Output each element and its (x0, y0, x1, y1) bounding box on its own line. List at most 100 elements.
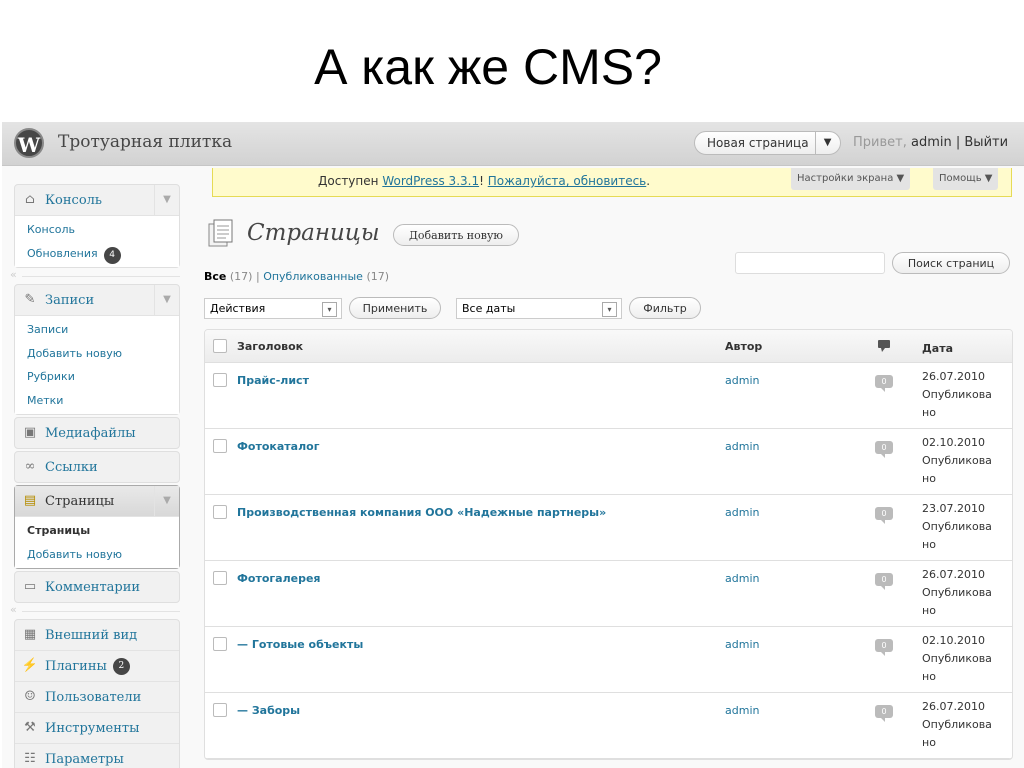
house-icon: ⌂ (25, 192, 35, 207)
menu-item-media[interactable]: ▣ Медиафайлы (15, 418, 179, 448)
row-comment-count[interactable]: 0 (875, 573, 893, 590)
row-checkbox[interactable] (213, 439, 227, 453)
submenu-console: Консоль Обновления 4 (15, 215, 179, 267)
row-date-value: 23.07.2010 (922, 502, 985, 515)
row-author[interactable]: admin (725, 638, 759, 651)
collapse-separator[interactable] (10, 603, 180, 617)
table-header: Заголовок Автор Дата (205, 330, 1012, 363)
row-comment-count[interactable]: 0 (875, 639, 893, 656)
submenu-item-tags[interactable]: Метки (27, 389, 179, 413)
row-title[interactable]: Фотокаталог (237, 440, 319, 453)
menu-label: Плагины (45, 658, 107, 674)
menu-appearance: ▦ Внешний вид ⚡ Плагины 2 ☺ Пользователи… (14, 619, 180, 768)
chevron-down-icon[interactable]: ▼ (154, 185, 179, 215)
submenu-item-categories[interactable]: Рубрики (27, 365, 179, 389)
filter-all[interactable]: Все (204, 270, 226, 283)
wordpress-admin-screenshot: W Тротуарная плитка Новая страница ▼ При… (2, 122, 1024, 768)
submenu-item-updates[interactable]: Обновления 4 (27, 242, 179, 266)
speech-bubble-icon: ▭ (23, 579, 37, 594)
row-comment-count[interactable]: 0 (875, 705, 893, 722)
add-new-page-button[interactable]: Добавить новую (393, 224, 519, 246)
new-page-button[interactable]: Новая страница ▼ (694, 131, 841, 155)
menu-item-appearance[interactable]: ▦ Внешний вид (15, 620, 179, 650)
update-link[interactable]: Пожалуйста, обновитесь (488, 174, 647, 188)
bulk-actions-select[interactable]: Действия ▾ (204, 298, 342, 319)
status-filters: Все (17) | Опубликованные (17) (204, 270, 389, 283)
window-icon: ▦ (23, 627, 37, 642)
row-checkbox[interactable] (213, 703, 227, 717)
filter-button[interactable]: Фильтр (629, 297, 701, 319)
chevron-down-icon[interactable]: ▼ (154, 486, 179, 516)
row-author[interactable]: admin (725, 572, 759, 585)
submenu-item-console[interactable]: Консоль (27, 218, 179, 242)
row-status: Опубликова но (922, 520, 992, 551)
wordpress-version-link[interactable]: WordPress 3.3.1 (382, 174, 479, 188)
new-page-label: Новая страница (707, 136, 809, 150)
row-checkbox[interactable] (213, 637, 227, 651)
submenu-item-pages[interactable]: Страницы (27, 519, 179, 543)
search-input[interactable] (735, 252, 885, 274)
collapse-separator[interactable] (10, 268, 180, 282)
chevron-down-icon[interactable]: ▼ (814, 132, 840, 154)
menu-item-posts[interactable]: ✎ Записи ▼ (15, 285, 179, 315)
row-status: Опубликова но (922, 454, 992, 485)
row-checkbox[interactable] (213, 505, 227, 519)
row-checkbox[interactable] (213, 571, 227, 585)
row-title[interactable]: Производственная компания ООО «Надежные … (237, 506, 606, 519)
screen-options-button[interactable]: Настройки экрана ▼ (791, 168, 911, 190)
menu-item-comments[interactable]: ▭ Комментарии (15, 572, 179, 602)
row-title[interactable]: — Готовые объекты (237, 638, 363, 651)
filter-published[interactable]: Опубликованные (263, 270, 363, 283)
help-button[interactable]: Помощь ▼ (933, 168, 999, 190)
bulk-actions-value: Действия (210, 302, 266, 315)
menu-label: Параметры (45, 751, 124, 767)
menu-item-users[interactable]: ☺ Пользователи (15, 681, 179, 712)
menu-media: ▣ Медиафайлы (14, 417, 180, 449)
site-name[interactable]: Тротуарная плитка (58, 132, 232, 152)
row-comment-count[interactable]: 0 (875, 375, 893, 392)
dates-select[interactable]: Все даты ▾ (456, 298, 622, 319)
row-date-value: 02.10.2010 (922, 436, 985, 449)
menu-item-pages[interactable]: ▤ Страницы ▼ (15, 486, 179, 516)
row-comment-count[interactable]: 0 (875, 507, 893, 524)
settings-icon: ☷ (24, 751, 36, 766)
submenu-item-add-page[interactable]: Добавить новую (27, 543, 179, 567)
submenu-item-add-post[interactable]: Добавить новую (27, 342, 179, 366)
column-title[interactable]: Заголовок (237, 340, 303, 353)
filter-separator: | (255, 270, 260, 283)
row-author[interactable]: admin (725, 374, 759, 387)
wordpress-logo-icon[interactable]: W (14, 128, 44, 158)
column-date[interactable]: Дата (922, 340, 1008, 358)
menu-item-settings[interactable]: ☷ Параметры (15, 743, 179, 768)
menu-item-links[interactable]: ∞ Ссылки (15, 452, 179, 482)
row-author[interactable]: admin (725, 704, 759, 717)
menu-label: Инструменты (45, 720, 140, 736)
row-title[interactable]: — Заборы (237, 704, 300, 717)
menu-item-console[interactable]: ⌂ Консоль ▼ (15, 185, 179, 215)
menu-pages: ▤ Страницы ▼ Страницы Добавить новую (14, 485, 180, 569)
dates-value: Все даты (462, 302, 516, 315)
column-author: Автор (725, 340, 763, 353)
logout-link[interactable]: Выйти (964, 135, 1008, 150)
chevron-down-icon: ▾ (602, 302, 617, 317)
menu-item-tools[interactable]: ⚒ Инструменты (15, 712, 179, 743)
menu-label: Ссылки (45, 459, 98, 475)
menu-item-plugins[interactable]: ⚡ Плагины 2 (15, 650, 179, 681)
row-date: 02.10.2010 Опубликова но (922, 632, 1008, 686)
row-title[interactable]: Прайс-лист (237, 374, 309, 387)
pin-icon: ✎ (24, 292, 36, 307)
row-checkbox[interactable] (213, 373, 227, 387)
select-all-checkbox[interactable] (213, 339, 227, 353)
submenu-item-posts[interactable]: Записи (27, 318, 179, 342)
row-author[interactable]: admin (725, 506, 759, 519)
user-link[interactable]: admin (911, 135, 952, 150)
menu-label: Записи (45, 292, 95, 308)
search-pages-button[interactable]: Поиск страниц (892, 252, 1010, 274)
row-title[interactable]: Фотогалерея (237, 572, 320, 585)
row-author[interactable]: admin (725, 440, 759, 453)
page-icon: ▤ (23, 493, 37, 508)
chevron-down-icon[interactable]: ▼ (154, 285, 179, 315)
comment-bubble-icon[interactable] (877, 339, 891, 353)
apply-button[interactable]: Применить (349, 297, 441, 319)
row-comment-count[interactable]: 0 (875, 441, 893, 458)
